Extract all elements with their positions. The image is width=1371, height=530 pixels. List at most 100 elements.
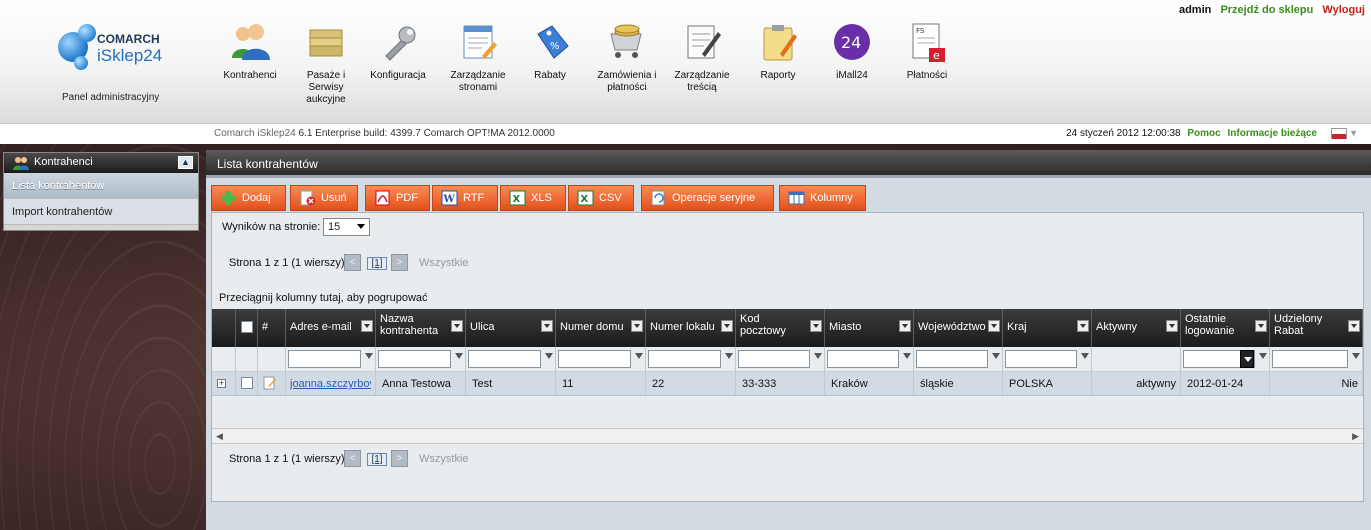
name-filter-input[interactable] xyxy=(378,350,451,368)
export-xls-button[interactable]: X XLS xyxy=(500,185,566,211)
expand-row-icon[interactable]: + xyxy=(217,379,226,388)
filter-icon[interactable] xyxy=(1352,353,1360,359)
header-col-region[interactable]: Województwo xyxy=(914,309,1003,347)
export-rtf-button[interactable]: W RTF xyxy=(432,185,498,211)
results-per-page-select[interactable]: 15 xyxy=(323,218,370,236)
prev-page-button[interactable]: < xyxy=(344,450,361,467)
folders-icon xyxy=(304,20,348,64)
filter-icon[interactable] xyxy=(725,353,733,359)
header-col-street[interactable]: Ulica xyxy=(466,309,556,347)
export-pdf-button[interactable]: PDF xyxy=(365,185,430,211)
nav-reports[interactable]: Raporty xyxy=(754,20,802,82)
isklep-logo[interactable]: COMARCH iSklep24 xyxy=(52,22,172,77)
column-menu-icon[interactable] xyxy=(721,320,733,332)
add-button[interactable]: Dodaj xyxy=(211,185,286,211)
column-menu-icon[interactable] xyxy=(810,320,822,332)
filter-icon[interactable] xyxy=(635,353,643,359)
flat-number-filter-input[interactable] xyxy=(648,350,721,368)
edit-icon[interactable] xyxy=(263,376,277,390)
batch-operations-button[interactable]: Operacje seryjne xyxy=(641,185,774,211)
header-col-flat-number[interactable]: Numer lokalu xyxy=(646,309,736,347)
filter-icon[interactable] xyxy=(365,353,373,359)
nav-imall24[interactable]: 24 iMall24 xyxy=(824,20,880,82)
next-page-button[interactable]: > xyxy=(391,254,408,271)
discount-filter-input[interactable] xyxy=(1272,350,1348,368)
column-menu-icon[interactable] xyxy=(899,320,911,332)
header-col-discount[interactable]: Udzielony Rabat xyxy=(1270,309,1363,347)
email-link[interactable]: joanna.szczyrbov xyxy=(290,378,371,390)
region-filter-input[interactable] xyxy=(916,350,988,368)
nav-payments[interactable]: FS e Płatności xyxy=(902,20,952,82)
country-filter-input[interactable] xyxy=(1005,350,1077,368)
filter-icon[interactable] xyxy=(545,353,553,359)
house-number-filter-input[interactable] xyxy=(558,350,631,368)
filter-icon[interactable] xyxy=(455,353,463,359)
nav-discounts[interactable]: % Rabaty xyxy=(530,20,570,82)
header-col-country[interactable]: Kraj xyxy=(1003,309,1092,347)
nav-auction-services[interactable]: Pasaże i Serwisy aukcyjne xyxy=(296,20,356,106)
chevron-down-icon[interactable]: ▼ xyxy=(1349,128,1358,138)
show-all-link[interactable]: Wszystkie xyxy=(419,257,469,269)
scroll-right-icon[interactable]: ▶ xyxy=(1352,431,1359,442)
table-row[interactable]: + joanna.szczyrbov Anna Testowa Test 11 … xyxy=(212,372,1363,396)
nav-content-management[interactable]: Zarządzanie treścią xyxy=(670,20,734,94)
prev-page-button[interactable]: < xyxy=(344,254,361,271)
nav-orders[interactable]: Zamówienia i płatności xyxy=(588,20,666,94)
column-menu-icon[interactable] xyxy=(988,320,1000,332)
city-filter-input[interactable] xyxy=(827,350,899,368)
email-filter-input[interactable] xyxy=(288,350,361,368)
street-filter-input[interactable] xyxy=(468,350,541,368)
column-menu-icon[interactable] xyxy=(451,320,463,332)
logout-link[interactable]: Wyloguj xyxy=(1322,4,1365,16)
nav-label: Raporty xyxy=(760,70,796,81)
header-col-email[interactable]: Adres e-mail xyxy=(286,309,376,347)
column-menu-icon[interactable] xyxy=(631,320,643,332)
date-picker-button[interactable] xyxy=(1240,350,1254,368)
column-menu-icon[interactable] xyxy=(1348,320,1360,332)
go-to-shop-link[interactable]: Przejdź do sklepu xyxy=(1220,4,1313,16)
row-checkbox[interactable] xyxy=(241,377,253,389)
help-link[interactable]: Pomoc xyxy=(1187,128,1220,139)
nav-label: Konfiguracja xyxy=(370,70,426,81)
header-col-active[interactable]: Aktywny xyxy=(1092,309,1181,347)
nav-configuration[interactable]: Konfiguracja xyxy=(366,20,430,82)
filter-icon[interactable] xyxy=(1081,353,1089,359)
sidebar-item-contractor-list[interactable]: Lista kontrahentów xyxy=(4,173,198,199)
column-menu-icon[interactable] xyxy=(541,320,553,332)
export-csv-button[interactable]: X CSV xyxy=(568,185,634,211)
header-col-city[interactable]: Miasto xyxy=(825,309,914,347)
next-page-button[interactable]: > xyxy=(391,450,408,467)
header-col-index[interactable]: # xyxy=(258,309,286,347)
nav-page-management[interactable]: Zarządzanie stronami xyxy=(444,20,512,94)
select-all-checkbox[interactable] xyxy=(241,321,253,333)
filter-icon[interactable] xyxy=(992,353,1000,359)
current-page-link[interactable]: [1] xyxy=(367,257,387,270)
header-col-name[interactable]: Nazwa kontrahenta xyxy=(376,309,466,347)
header-col-house-number[interactable]: Numer domu xyxy=(556,309,646,347)
current-page-link[interactable]: [1] xyxy=(367,453,387,466)
show-all-link[interactable]: Wszystkie xyxy=(419,453,469,465)
scroll-left-icon[interactable]: ◀ xyxy=(216,431,223,442)
filter-icon[interactable] xyxy=(903,353,911,359)
nav-label: Rabaty xyxy=(534,70,566,81)
row-cell: 2012-01-24 xyxy=(1181,372,1270,395)
header-col-postal-code[interactable]: Kod pocztowy xyxy=(736,309,825,347)
language-flag-icon[interactable] xyxy=(1331,128,1347,139)
row-cell: Kraków xyxy=(825,372,914,395)
horizontal-scrollbar[interactable]: ◀ ▶ xyxy=(212,428,1363,444)
column-menu-icon[interactable] xyxy=(361,320,373,332)
collapse-icon[interactable]: ▲ xyxy=(178,156,193,169)
column-menu-icon[interactable] xyxy=(1077,320,1089,332)
column-menu-icon[interactable] xyxy=(1255,320,1267,332)
filter-icon[interactable] xyxy=(1259,353,1267,359)
header-col-last-login[interactable]: Ostatnie logowanie xyxy=(1181,309,1270,347)
sidebar-item-contractor-import[interactable]: Import kontrahentów xyxy=(4,199,198,225)
csv-icon: X xyxy=(577,190,594,206)
nav-contractors[interactable]: Kontrahenci xyxy=(218,20,282,82)
current-info-link[interactable]: Informacje bieżące xyxy=(1228,128,1317,139)
column-menu-icon[interactable] xyxy=(1166,320,1178,332)
delete-button[interactable]: Usuń xyxy=(290,185,358,211)
columns-button[interactable]: Kolumny xyxy=(779,185,866,211)
filter-icon[interactable] xyxy=(814,353,822,359)
postal-code-filter-input[interactable] xyxy=(738,350,810,368)
